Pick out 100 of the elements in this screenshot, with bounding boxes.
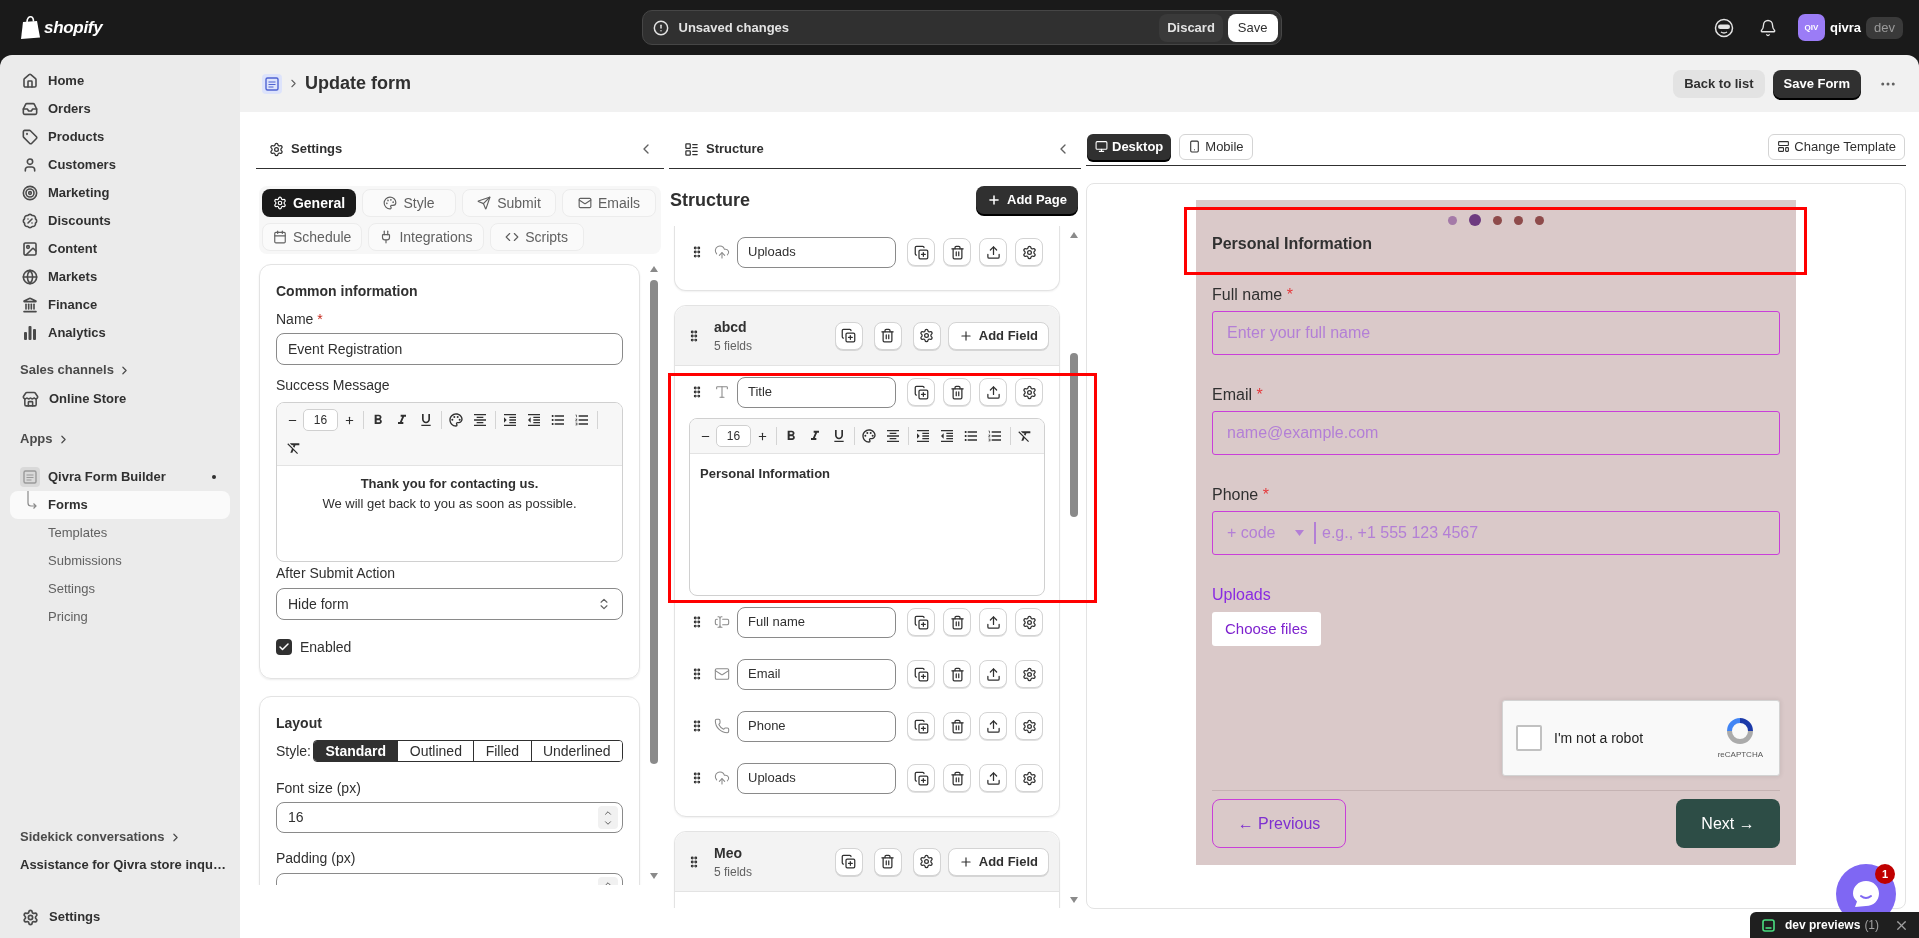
nav-item[interactable]: Forms [10,491,230,519]
nav-item[interactable]: Discounts [10,207,230,235]
field-name-input[interactable]: Title [737,376,896,408]
nav-item[interactable]: Finance [10,291,230,319]
palette-icon[interactable] [448,412,464,428]
tab[interactable]: Scripts [489,223,584,251]
select-field[interactable]: Hide form [276,588,623,620]
duplicate-button[interactable] [834,321,863,350]
section-link[interactable]: Apps [10,425,230,453]
nav-item[interactable]: Online Store [10,385,230,413]
duplicate-button[interactable] [907,608,935,636]
align-icon[interactable] [885,428,901,444]
field-name-input[interactable]: Phone [737,710,896,742]
discard-button[interactable]: Discard [1159,13,1223,42]
nav-item[interactable]: Markets [10,263,230,291]
duplicate-button[interactable] [907,764,935,792]
text-input-field[interactable]: Event Registration [276,333,623,365]
upload-button[interactable] [979,764,1007,792]
choose-files-button[interactable]: Choose files [1212,612,1321,646]
upload-button[interactable] [979,712,1007,740]
nav-item[interactable]: Submissions [10,547,230,575]
face-icon[interactable] [1713,17,1734,38]
nav-item[interactable]: Home [10,67,230,95]
field-name-input[interactable]: Uploads [737,762,896,794]
gear-button[interactable] [1015,764,1043,792]
add-field-button[interactable]: Add Field [947,847,1049,876]
view-tab[interactable]: Mobile [1179,133,1253,160]
font-size-field[interactable]: 16 [716,425,751,447]
checkbox[interactable] [276,639,292,655]
segment-option[interactable]: Underlined [530,741,622,761]
duplicate-button[interactable] [834,847,863,876]
plus-icon[interactable] [756,430,768,442]
nav-item[interactable]: Qivra Form Builder [10,463,230,491]
gear-button[interactable] [912,321,941,350]
nav-item[interactable]: Templates [10,519,230,547]
text-input-field[interactable]: name@example.com [1212,411,1780,455]
field-name-input[interactable]: Full name [737,606,896,638]
trash-button[interactable] [873,847,902,876]
tab[interactable]: Style [362,189,456,217]
upload-button[interactable] [979,378,1007,406]
upload-button[interactable] [979,238,1007,266]
nav-item[interactable]: Marketing [10,179,230,207]
duplicate-button[interactable] [907,660,935,688]
save-form-button[interactable]: Save Form [1772,69,1861,98]
back-to-list-button[interactable]: Back to list [1673,69,1765,98]
nav-item[interactable]: Pricing [10,603,230,631]
gear-button[interactable] [1015,712,1043,740]
gear-button[interactable] [1015,660,1043,688]
duplicate-button[interactable] [907,238,935,266]
gear-button[interactable] [1015,378,1043,406]
tab[interactable]: Submit [462,189,556,217]
font-size-field[interactable]: 16 [303,409,338,431]
outdent-icon[interactable] [939,428,955,444]
duplicate-button[interactable] [907,712,935,740]
underline-icon[interactable] [418,412,434,428]
scroll-down-arrow-icon[interactable] [650,873,658,879]
clear-format-icon[interactable] [286,440,302,456]
text-input-field[interactable]: Enter your full name [1212,311,1780,355]
scrollbar-thumb[interactable] [1070,353,1078,517]
number-input-field[interactable]: 16 [276,802,623,833]
add-field-button[interactable]: Add Field [947,321,1049,350]
section-link[interactable]: Sales channels [10,356,230,384]
trash-button[interactable] [943,712,971,740]
tab[interactable]: Integrations [368,223,484,251]
align-icon[interactable] [472,412,488,428]
nav-item[interactable]: Products [10,123,230,151]
plus-icon[interactable] [343,414,355,426]
underline-icon[interactable] [831,428,847,444]
nav-item[interactable]: Analytics [10,319,230,347]
clear-format-icon[interactable] [1017,428,1033,444]
palette-icon[interactable] [861,428,877,444]
nav-item[interactable]: Settings [10,903,230,931]
upload-button[interactable] [979,660,1007,688]
scrollbar-thumb[interactable] [650,280,658,764]
view-tab[interactable]: Desktop [1087,133,1172,160]
trash-button[interactable] [943,764,971,792]
editor-content[interactable]: Personal Information [690,454,1044,595]
editor-content[interactable]: Thank you for contacting us. We will get back to you as soon as possible. [277,466,622,561]
gear-button[interactable] [912,847,941,876]
numbered-list-icon[interactable] [574,412,590,428]
tab[interactable]: Emails [562,189,656,217]
numbered-list-icon[interactable] [987,428,1003,444]
trash-button[interactable] [943,660,971,688]
scroll-up-arrow-icon[interactable] [1070,232,1078,238]
indent-icon[interactable] [502,412,518,428]
tab[interactable]: General [262,189,356,217]
scroll-up-arrow-icon[interactable] [650,266,658,272]
nav-item[interactable]: Settings [10,575,230,603]
trash-button[interactable] [943,608,971,636]
nav-item[interactable]: Orders [10,95,230,123]
duplicate-button[interactable] [907,378,935,406]
add-page-button[interactable]: Add Page [976,186,1078,214]
field-name-input[interactable]: Uploads [737,236,896,268]
bulleted-list-icon[interactable] [550,412,566,428]
checkbox[interactable] [1516,725,1542,751]
section-link[interactable]: Sidekick conversations [10,823,230,851]
segment-option[interactable]: Standard [314,741,398,761]
trash-button[interactable] [943,378,971,406]
tab[interactable]: Schedule [262,223,363,251]
save-button[interactable]: Save [1227,13,1278,42]
